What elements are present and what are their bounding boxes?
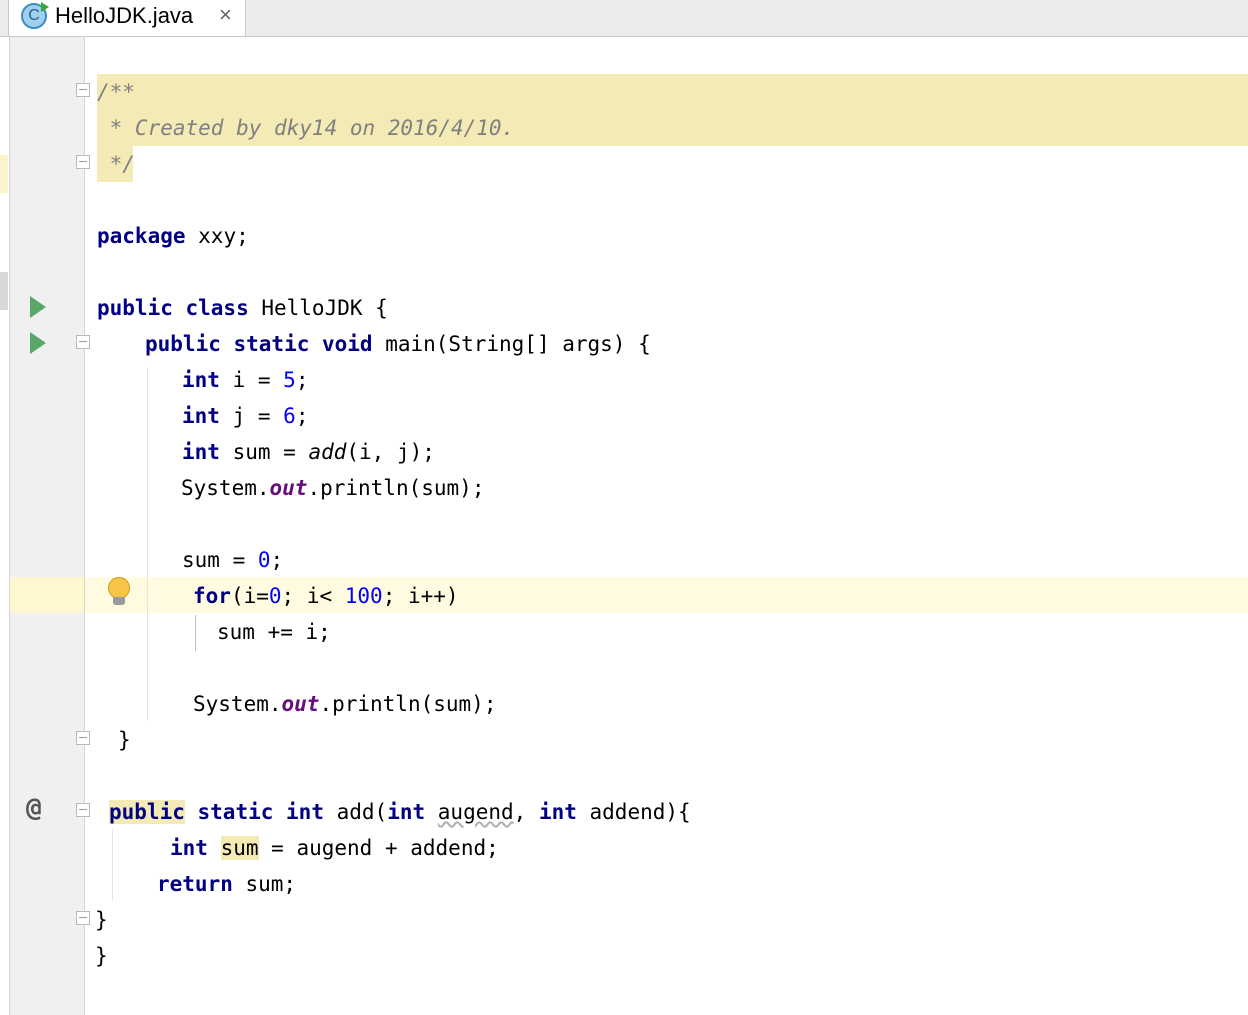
fold-add-end-icon[interactable] [76,911,90,925]
fold-comment-end-icon[interactable] [76,155,90,169]
code-line-add-sum: int sum = augend + addend; [170,836,499,860]
editor-tab-bar: C HelloJDK.java × [0,0,1248,37]
gutter-marker-gray [0,272,8,310]
code-line-class-decl: public class HelloJDK { [97,296,388,320]
editor-gutter [9,37,85,1015]
code-line-int-i: int i = 5; [182,368,309,392]
code-line-2: * Created by dky14 on 2016/4/10. [97,116,515,140]
gutter-marker-yellow [0,155,8,193]
runnable-badge-icon [41,2,49,12]
code-line-3: */ [97,152,135,176]
code-line-main-close: } [118,728,131,752]
current-line-gutter-highlight [10,577,84,613]
fold-main-end-icon[interactable] [76,731,90,745]
code-line-main-decl: public static void main(String[] args) { [145,332,651,356]
run-class-icon[interactable] [30,296,46,318]
code-editor[interactable]: @ /** * Created by dky14 on 2016/4/10. *… [0,37,1248,1015]
code-line-sum-zero: sum = 0; [182,548,284,572]
lightbulb-intention-icon[interactable] [108,577,130,599]
lightbulb-base-icon [113,597,125,605]
code-line-class-close: } [95,944,108,968]
code-line-println-1: System.out.println(sum); [181,476,485,500]
fold-add-icon[interactable] [76,803,90,817]
code-line-package: package xxy; [97,224,249,248]
for-body-guide [195,615,196,651]
run-main-icon[interactable] [30,332,46,354]
code-line-int-j: int j = 6; [182,404,309,428]
tab-hellojdk-java[interactable]: C HelloJDK.java × [8,0,246,36]
code-line-for: for(i=0; i< 100; i++) [193,584,459,608]
tab-title: HelloJDK.java [55,3,194,28]
fold-comment-icon[interactable] [76,83,90,97]
indent-guide [112,829,113,901]
code-line-println-2: System.out.println(sum); [193,692,497,716]
fold-main-icon[interactable] [76,335,90,349]
code-line-1: /** [97,80,135,104]
code-line-int-sum: int sum = add(i, j); [182,440,435,464]
indent-guide [147,367,148,721]
override-at-icon[interactable]: @ [26,793,42,823]
code-line-return: return sum; [157,872,297,896]
tab-close-icon[interactable]: × [219,2,232,28]
code-line-add-close: } [95,908,108,932]
code-line-sum-add: sum += i; [217,620,331,644]
code-line-add-decl: public static int add(int augend, int ad… [109,800,691,824]
